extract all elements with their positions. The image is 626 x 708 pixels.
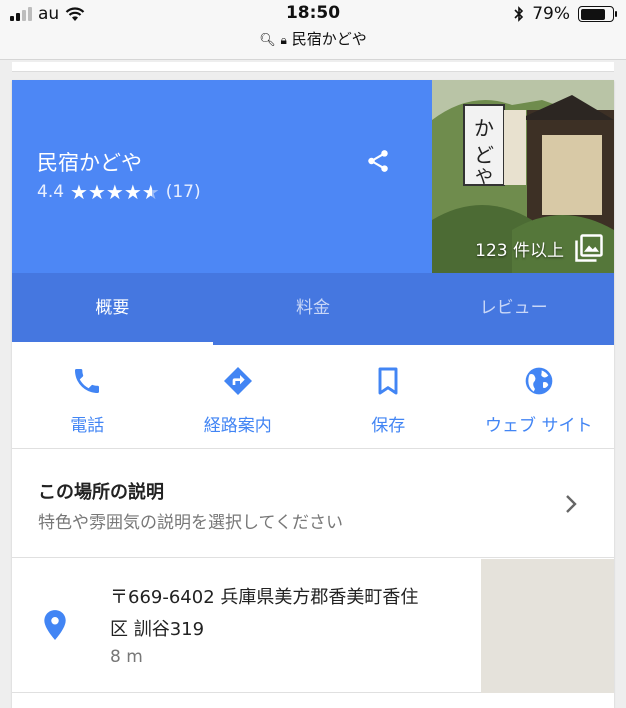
website-label: ウェブ サイト bbox=[485, 416, 593, 436]
address-line-1: 〒669-6402 兵庫県美方郡香美町香住 bbox=[110, 587, 419, 608]
star-icon: ★ bbox=[105, 180, 124, 204]
url-text: 民宿かどや bbox=[291, 30, 367, 48]
description-row[interactable]: この場所の説明 特色や雰囲気の説明を選択してください bbox=[12, 450, 614, 558]
battery-fill bbox=[580, 8, 605, 20]
description-title: この場所の説明 bbox=[38, 482, 164, 503]
place-header: 民宿かどや 4.4 ★ ★ ★ ★ ★ (17) bbox=[12, 80, 432, 273]
battery-icon bbox=[578, 6, 617, 22]
save-button[interactable]: 保存 bbox=[313, 345, 464, 448]
share-icon[interactable] bbox=[365, 148, 391, 174]
photo-count: 123 件以上 bbox=[475, 233, 604, 263]
address-line-2: 区 訓谷319 bbox=[110, 619, 205, 640]
directions-icon bbox=[223, 367, 252, 395]
directions-button[interactable]: 経路案内 bbox=[163, 345, 314, 448]
tab-reviews[interactable]: レビュー bbox=[413, 273, 614, 345]
call-button[interactable]: 電話 bbox=[12, 345, 163, 448]
place-name: 民宿かどや bbox=[37, 151, 142, 175]
status-right: 79% bbox=[514, 4, 617, 24]
place-photo[interactable]: か ど や 123 件以上 bbox=[432, 80, 614, 273]
search-icon: 🔍︎ bbox=[259, 33, 276, 48]
rating-stars: ★ ★ ★ ★ ★ bbox=[70, 182, 160, 202]
svg-text:や: や bbox=[475, 167, 493, 188]
chevron-right-icon bbox=[566, 495, 577, 513]
call-label: 電話 bbox=[70, 416, 105, 436]
rating-row[interactable]: 4.4 ★ ★ ★ ★ ★ (17) bbox=[37, 182, 201, 202]
status-bar: au 18:50 🔍︎ 🔒︎ 民宿かどや 79% bbox=[0, 0, 626, 60]
lock-icon: 🔒︎ bbox=[280, 33, 287, 47]
location-pin-icon bbox=[44, 610, 66, 640]
map-thumbnail[interactable] bbox=[481, 559, 614, 693]
review-count: (17) bbox=[165, 182, 201, 202]
photo-count-label: 123 件以上 bbox=[475, 240, 564, 261]
tab-overview[interactable]: 概要 bbox=[12, 273, 213, 345]
phone-icon bbox=[75, 369, 100, 393]
half-star-icon: ★ bbox=[141, 180, 160, 204]
website-button[interactable]: ウェブ サイト bbox=[464, 345, 615, 448]
tab-prices[interactable]: 料金 bbox=[213, 273, 414, 345]
photo-library-icon bbox=[575, 234, 603, 262]
globe-icon bbox=[525, 367, 553, 395]
svg-text:ど: ど bbox=[474, 143, 494, 167]
battery-percent: 79% bbox=[532, 4, 570, 24]
previous-card-edge bbox=[12, 62, 614, 72]
bluetooth-icon bbox=[514, 6, 524, 22]
address-bar[interactable]: 🔍︎ 🔒︎ 民宿かどや bbox=[0, 28, 626, 49]
directions-label: 経路案内 bbox=[203, 416, 272, 436]
bookmark-icon bbox=[378, 367, 398, 395]
description-subtitle: 特色や雰囲気の説明を選択してください bbox=[38, 513, 343, 533]
address-row[interactable]: 〒669-6402 兵庫県美方郡香美町香住 区 訓谷319 8 m bbox=[12, 559, 614, 693]
place-tabs: 概要 料金 レビュー bbox=[12, 273, 614, 345]
save-label: 保存 bbox=[371, 416, 406, 436]
action-buttons: 電話 経路案内 保存 ウェブ サイト bbox=[12, 345, 614, 449]
address-distance: 8 m bbox=[110, 647, 143, 667]
star-icon: ★ bbox=[87, 180, 106, 204]
rating-value: 4.4 bbox=[37, 182, 65, 202]
star-icon: ★ bbox=[123, 180, 142, 204]
star-icon: ★ bbox=[70, 180, 88, 204]
svg-text:か: か bbox=[474, 116, 494, 140]
